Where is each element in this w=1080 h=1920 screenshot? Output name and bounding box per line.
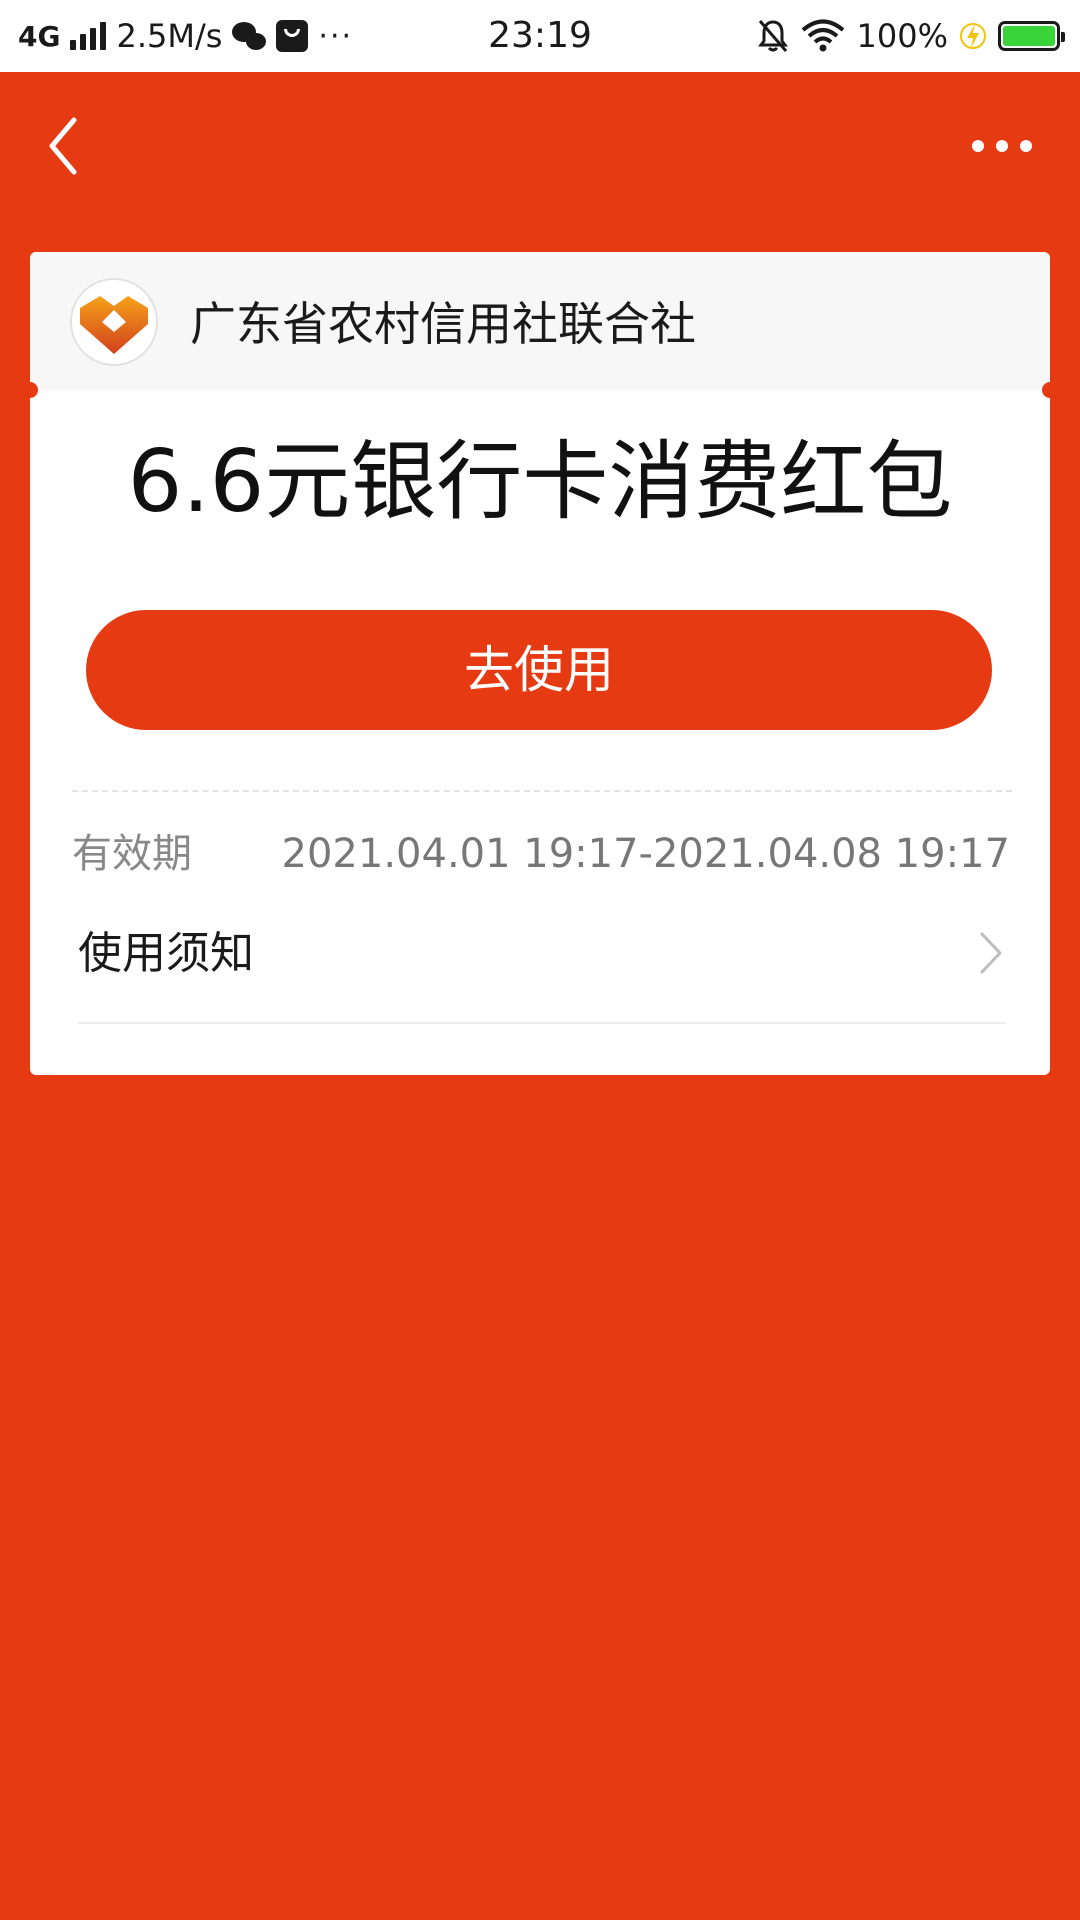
use-button[interactable]: 去使用 (86, 610, 992, 730)
more-button[interactable] (972, 128, 1032, 164)
chevron-right-icon (980, 932, 1002, 974)
status-bar: 4G 2.5M/s ··· 23:19 100% (0, 0, 1080, 72)
dashed-divider (72, 790, 1012, 792)
wifi-icon (801, 19, 844, 52)
more-dots-icon (996, 140, 1008, 152)
bell-muted-icon (757, 20, 788, 52)
coupon-title: 6.6元银行卡消费红包 (127, 432, 953, 532)
card-notch-left (22, 382, 38, 398)
more-dots-icon (1020, 140, 1032, 152)
chevron-left-icon (49, 117, 77, 175)
card-notch-right (1042, 382, 1058, 398)
battery-icon (998, 21, 1065, 51)
organization-name: 广东省农村信用社联合社 (190, 297, 696, 351)
coupon-card: 广东省农村信用社联合社 6.6元银行卡消费红包 去使用 有效期 2021.04.… (22, 252, 1058, 1075)
more-dots-icon (972, 140, 984, 152)
battery-percent: 100% (856, 17, 948, 55)
usage-notice-label: 使用须知 (78, 928, 254, 979)
validity-label: 有效期 (72, 831, 192, 877)
usage-notice-row[interactable]: 使用须知 (78, 902, 1006, 1022)
bank-logo (70, 278, 158, 366)
back-button[interactable] (40, 108, 100, 188)
validity-value: 2021.04.01 19:17-2021.04.08 19:17 (281, 831, 1010, 877)
card-header: 广东省农村信用社联合社 (30, 252, 1050, 390)
notice-divider (78, 1022, 1006, 1024)
bank-logo-icon (80, 296, 148, 354)
status-bar-right: 100% (757, 16, 1065, 56)
charging-icon (960, 23, 986, 49)
battery-fill (1003, 26, 1055, 46)
